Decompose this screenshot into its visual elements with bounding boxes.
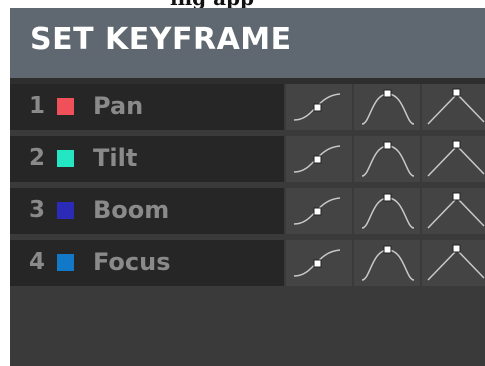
bell-curve-icon (361, 89, 415, 125)
ease-in-button[interactable] (286, 84, 352, 130)
ease-in-curve-icon (293, 197, 341, 225)
peak-linear-icon (427, 244, 485, 281)
panel-title: SET KEYFRAME (30, 22, 292, 57)
top-strip: ing app (0, 0, 485, 8)
ease-in-button[interactable] (286, 240, 352, 286)
channel-number: 3 (29, 197, 46, 223)
ease-in-curve-icon (293, 145, 341, 173)
peak-linear-icon (427, 192, 485, 229)
bell-curve-button[interactable] (354, 240, 420, 286)
peak-linear-button[interactable] (422, 136, 485, 182)
channel-row-tilt: 2 Tilt (10, 136, 485, 182)
empty-panel-area (10, 288, 485, 366)
bell-curve-button[interactable] (354, 188, 420, 234)
channel-name: Tilt (93, 144, 138, 172)
bell-curve-icon (361, 245, 415, 281)
channel-label-focus[interactable]: 4 Focus (10, 240, 284, 286)
peak-linear-button[interactable] (422, 84, 485, 130)
color-swatch (57, 202, 74, 219)
color-swatch (57, 254, 74, 271)
set-keyframe-panel: SET KEYFRAME 1 Pan 2 Tilt 3 Boom 4 Focus (10, 8, 485, 366)
channel-name: Focus (93, 248, 171, 276)
bell-curve-icon (361, 141, 415, 177)
channel-number: 4 (29, 249, 46, 275)
bell-curve-button[interactable] (354, 84, 420, 130)
ease-in-button[interactable] (286, 136, 352, 182)
channel-label-boom[interactable]: 3 Boom (10, 188, 284, 234)
peak-linear-icon (427, 140, 485, 177)
channel-label-pan[interactable]: 1 Pan (10, 84, 284, 130)
channel-name: Boom (93, 196, 170, 224)
panel-header: SET KEYFRAME (10, 8, 485, 78)
peak-linear-button[interactable] (422, 188, 485, 234)
channel-label-tilt[interactable]: 2 Tilt (10, 136, 284, 182)
ease-in-button[interactable] (286, 188, 352, 234)
channel-row-boom: 3 Boom (10, 188, 485, 234)
peak-linear-icon (427, 88, 485, 125)
bell-curve-button[interactable] (354, 136, 420, 182)
channel-number: 1 (29, 93, 46, 119)
peak-linear-button[interactable] (422, 240, 485, 286)
ease-in-curve-icon (293, 93, 341, 121)
ease-in-curve-icon (293, 249, 341, 277)
color-swatch (57, 98, 74, 115)
channel-row-pan: 1 Pan (10, 84, 485, 130)
channel-number: 2 (29, 145, 46, 171)
bell-curve-icon (361, 193, 415, 229)
cut-off-heading: ing app (170, 0, 254, 8)
color-swatch (57, 150, 74, 167)
channel-row-focus: 4 Focus (10, 240, 485, 286)
channel-name: Pan (93, 92, 144, 120)
